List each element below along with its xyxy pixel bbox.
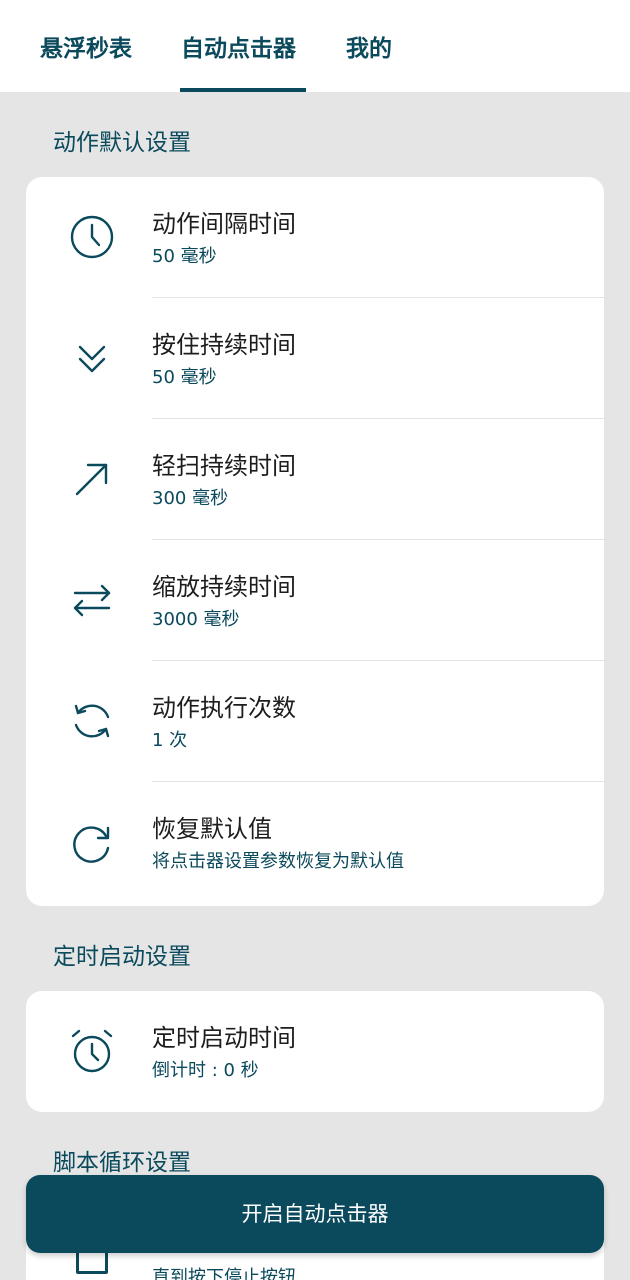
setting-value: 50 毫秒 bbox=[152, 246, 217, 267]
tab-selected-indicator bbox=[180, 88, 306, 92]
clock-icon bbox=[68, 213, 116, 261]
setting-row-hold-duration[interactable]: 按住持续时间 50 毫秒 bbox=[26, 298, 604, 419]
setting-title: 缩放持续时间 bbox=[152, 573, 296, 601]
setting-title: 动作间隔时间 bbox=[152, 210, 296, 238]
setting-row-restore-defaults[interactable]: 恢复默认值 将点击器设置参数恢复为默认值 bbox=[26, 782, 604, 903]
sync-icon bbox=[68, 697, 116, 745]
section-title-action-settings: 动作默认设置 bbox=[53, 130, 191, 156]
action-settings-card: 动作间隔时间 50 毫秒 按住持续时间 50 毫秒 轻扫持续时间 300 毫秒 bbox=[26, 177, 604, 906]
tab-auto-clicker[interactable]: 自动点击器 bbox=[181, 32, 296, 66]
setting-title: 按住持续时间 bbox=[152, 331, 296, 359]
tab-floating-stopwatch[interactable]: 悬浮秒表 bbox=[40, 32, 132, 66]
setting-title: 动作执行次数 bbox=[152, 694, 296, 722]
setting-value: 50 毫秒 bbox=[152, 367, 217, 388]
timer-settings-card: 定时启动时间 倒计时 : 0 秒 bbox=[26, 991, 604, 1112]
section-title-timer-settings: 定时启动设置 bbox=[53, 944, 191, 970]
setting-title: 恢复默认值 bbox=[152, 815, 272, 843]
double-chevron-down-icon bbox=[68, 334, 116, 382]
setting-value: 1 次 bbox=[152, 730, 188, 751]
setting-title: 轻扫持续时间 bbox=[152, 452, 296, 480]
setting-value: 将点击器设置参数恢复为默认值 bbox=[152, 851, 404, 872]
section-title-loop-settings: 脚本循环设置 bbox=[53, 1150, 191, 1176]
setting-row-zoom-duration[interactable]: 缩放持续时间 3000 毫秒 bbox=[26, 540, 604, 661]
start-auto-clicker-button[interactable]: 开启自动点击器 bbox=[26, 1175, 604, 1253]
top-tab-bar: 悬浮秒表 自动点击器 我的 bbox=[0, 0, 630, 92]
swap-horizontal-icon bbox=[68, 576, 116, 624]
setting-value: 直到按下停止按钮 bbox=[152, 1267, 296, 1280]
setting-row-timed-start[interactable]: 定时启动时间 倒计时 : 0 秒 bbox=[26, 991, 604, 1112]
alarm-clock-icon bbox=[68, 1027, 116, 1075]
tab-mine[interactable]: 我的 bbox=[346, 32, 392, 66]
arrow-up-right-icon bbox=[68, 455, 116, 503]
setting-value: 倒计时 : 0 秒 bbox=[152, 1060, 259, 1081]
setting-row-repeat-count[interactable]: 动作执行次数 1 次 bbox=[26, 661, 604, 782]
setting-title: 定时启动时间 bbox=[152, 1024, 296, 1052]
setting-value: 3000 毫秒 bbox=[152, 609, 240, 630]
redo-circle-icon bbox=[68, 818, 116, 866]
setting-value: 300 毫秒 bbox=[152, 488, 229, 509]
setting-row-swipe-duration[interactable]: 轻扫持续时间 300 毫秒 bbox=[26, 419, 604, 540]
setting-row-action-interval[interactable]: 动作间隔时间 50 毫秒 bbox=[26, 177, 604, 298]
